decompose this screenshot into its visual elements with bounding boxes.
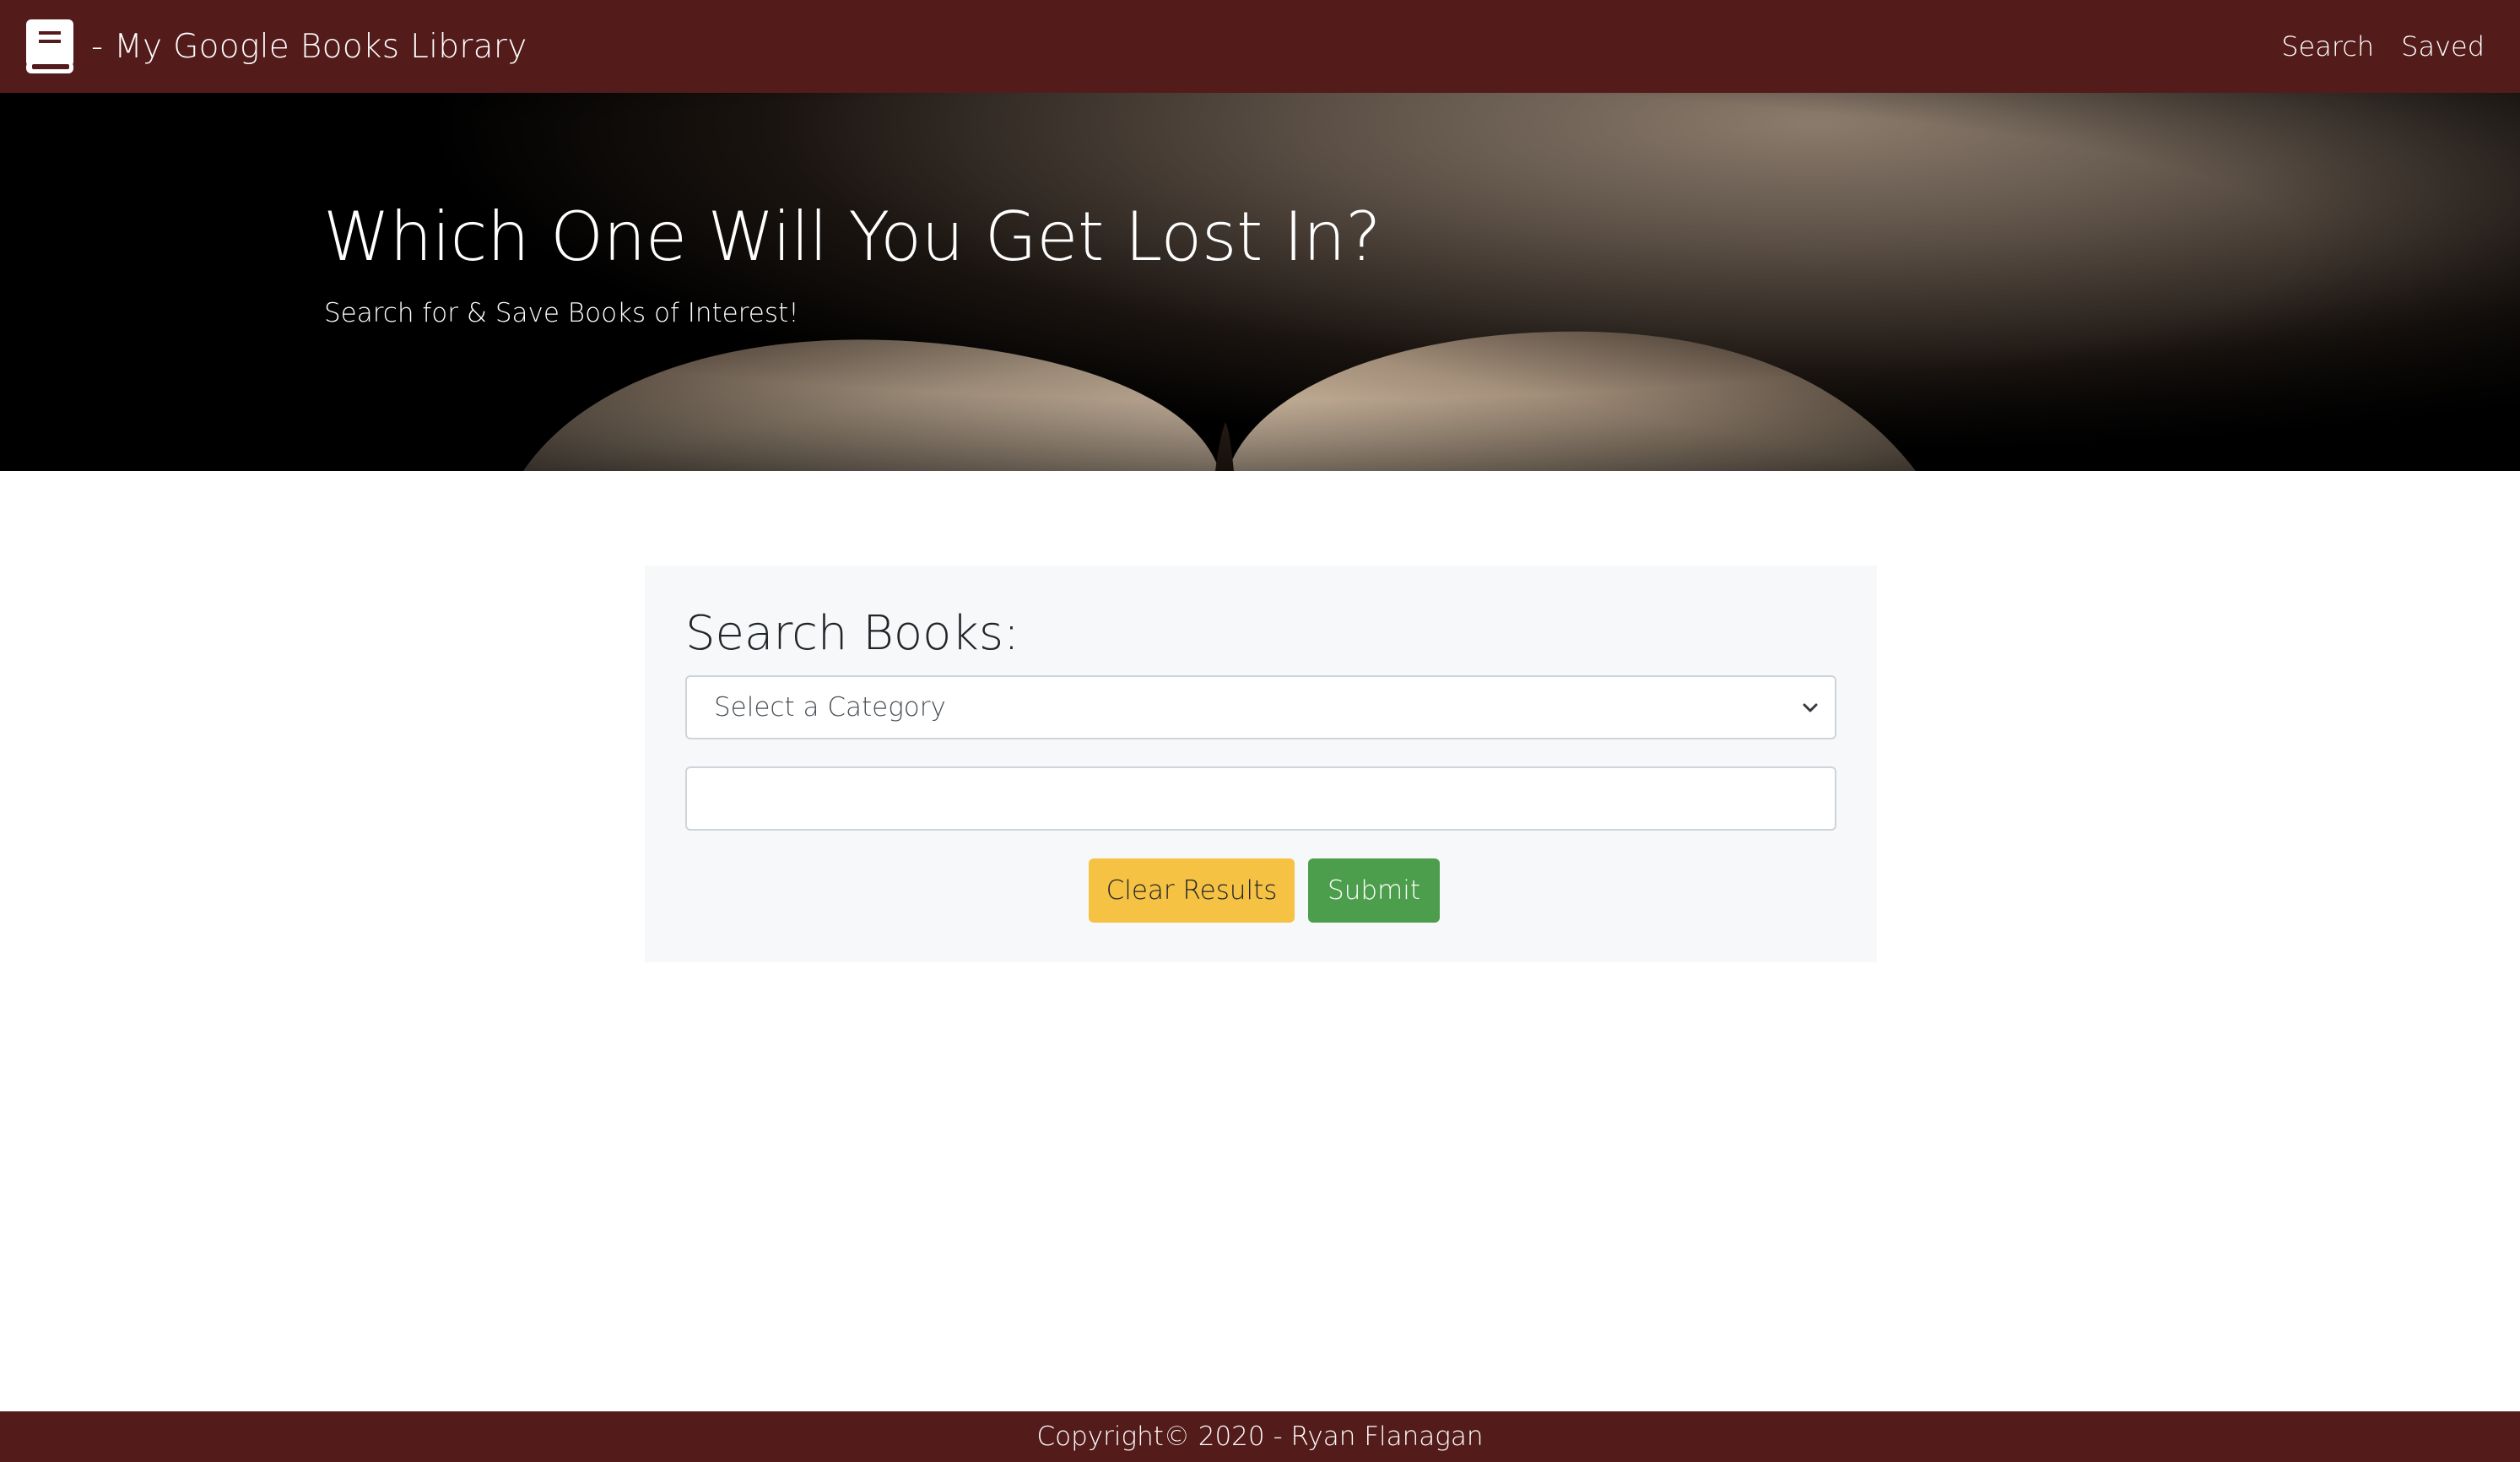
copyright-text: Copyright© 2020 - Ryan Flanagan [1036,1421,1484,1452]
search-card: Search Books: Select a Category Clear Re… [645,566,1877,962]
search-query-input[interactable] [685,766,1836,831]
search-heading: Search Books: [685,606,1019,661]
clear-results-button[interactable]: Clear Results [1089,858,1295,923]
hero-title: Which One Will You Get Lost In? [323,198,1382,276]
open-book-background-image [0,93,2520,471]
nav-link-saved[interactable]: Saved [2401,30,2485,62]
category-select-value: Select a Category [714,692,946,723]
book-icon[interactable] [25,19,74,73]
nav-links: Search Saved [2281,30,2495,62]
brand-title[interactable]: - My Google Books Library [91,28,527,66]
navbar: - My Google Books Library Search Saved [0,0,2520,93]
hero-subtitle: Search for & Save Books of Interest! [324,298,799,328]
category-select[interactable]: Select a Category [685,675,1836,739]
footer: Copyright© 2020 - Ryan Flanagan [0,1411,2520,1462]
chevron-down-icon [1801,699,1820,717]
nav-link-search[interactable]: Search [2281,30,2374,62]
hero-banner: Which One Will You Get Lost In? Search f… [0,93,2520,471]
submit-button[interactable]: Submit [1308,858,1440,923]
